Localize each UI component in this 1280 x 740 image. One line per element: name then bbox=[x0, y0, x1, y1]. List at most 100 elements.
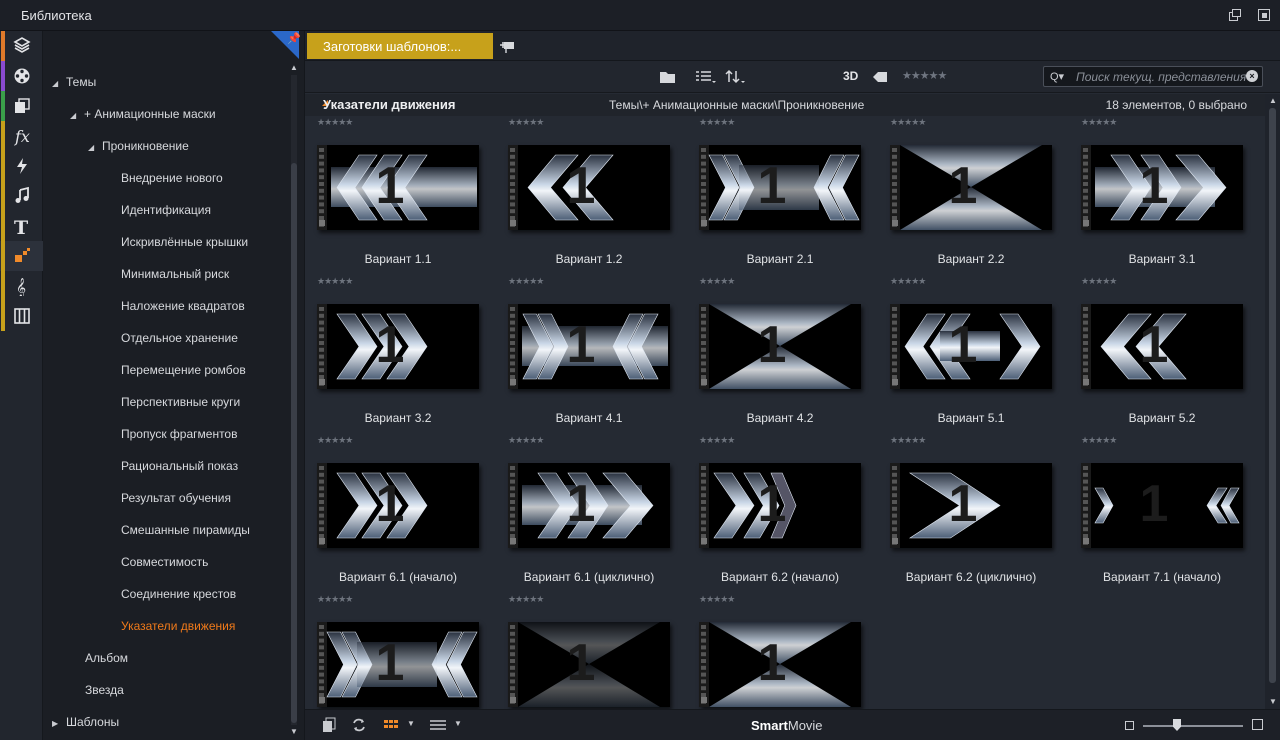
scroll-thumb[interactable] bbox=[1269, 108, 1276, 683]
tree-item[interactable]: Совместимость bbox=[121, 555, 208, 573]
search-input[interactable] bbox=[1076, 69, 1246, 84]
undock-icon[interactable] bbox=[1228, 8, 1242, 22]
rating-stars[interactable]: ★★★★★ bbox=[890, 435, 926, 446]
rating-stars[interactable]: ★★★★★ bbox=[1081, 276, 1117, 287]
rating-filter[interactable]: ★★★★★ bbox=[902, 69, 947, 82]
storyboard-icon[interactable] bbox=[321, 717, 337, 733]
zoom-in-icon[interactable] bbox=[1252, 719, 1263, 730]
scroll-thumb[interactable] bbox=[291, 163, 297, 723]
grid-view-icon[interactable] bbox=[383, 717, 399, 733]
rail-music-note-button[interactable] bbox=[0, 181, 43, 211]
template-card[interactable]: ★★★★★ 1 Вариант 3.1 bbox=[1077, 117, 1247, 276]
tree-item[interactable]: Внедрение нового bbox=[121, 171, 223, 189]
template-card[interactable]: ★★★★★ 1 Вариант 3.2 bbox=[313, 276, 483, 435]
add-tab-icon[interactable] bbox=[498, 38, 516, 54]
tree-item[interactable]: Пропуск фрагментов bbox=[121, 427, 237, 445]
template-thumbnail[interactable]: 1 bbox=[699, 304, 861, 389]
tree-item[interactable]: Соединение крестов bbox=[121, 587, 236, 605]
rail-project-bin-button[interactable] bbox=[0, 31, 43, 61]
scroll-down-icon[interactable]: ▼ bbox=[290, 727, 298, 736]
rail-themes-button[interactable] bbox=[0, 241, 43, 271]
template-card[interactable]: ★★★★★ 1 Вариант 5.1 bbox=[886, 276, 1056, 435]
scroll-down-icon[interactable]: ▼ bbox=[1269, 697, 1277, 706]
rating-stars[interactable]: ★★★★★ bbox=[317, 435, 353, 446]
tag-icon[interactable] bbox=[871, 69, 889, 85]
sort-icon[interactable] bbox=[725, 69, 747, 85]
template-card[interactable]: ★★★★★ 1 Вариант 5.2 bbox=[1077, 276, 1247, 435]
list-view-icon[interactable] bbox=[695, 69, 717, 85]
rating-stars[interactable]: ★★★★★ bbox=[699, 117, 735, 128]
tree-item[interactable]: Наложение квадратов bbox=[121, 299, 245, 317]
template-thumbnail[interactable]: 1 bbox=[699, 622, 861, 707]
template-thumbnail[interactable]: 1 bbox=[699, 145, 861, 230]
template-thumbnail[interactable]: 1 bbox=[508, 145, 670, 230]
template-thumbnail[interactable]: 1 bbox=[890, 145, 1052, 230]
template-card[interactable]: ★★★★★ 1 Вариант 7.1 (начало) bbox=[1077, 435, 1247, 594]
rating-stars[interactable]: ★★★★★ bbox=[317, 117, 353, 128]
rating-stars[interactable]: ★★★★★ bbox=[699, 594, 735, 605]
tree-scrollbar[interactable]: ▲ ▼ bbox=[289, 63, 299, 740]
rating-stars[interactable]: ★★★★★ bbox=[508, 117, 544, 128]
rail-lightning-button[interactable] bbox=[0, 151, 43, 181]
template-card[interactable]: ★★★★★ 1 Вариант 1.1 bbox=[313, 117, 483, 276]
template-thumbnail[interactable]: 1 bbox=[890, 463, 1052, 548]
rail-pages-button[interactable] bbox=[0, 91, 43, 121]
tree-node-themes[interactable]: ◢ Темы bbox=[52, 75, 96, 93]
dropdown-arrow-icon[interactable]: ▼ bbox=[407, 719, 415, 728]
tree-item[interactable]: Отдельное хранение bbox=[121, 331, 238, 349]
refresh-icon[interactable] bbox=[351, 717, 367, 733]
template-card[interactable]: ★★★★★ 1 Вариант 4.2 bbox=[695, 276, 865, 435]
template-card[interactable]: ★★★★★ 1 Вариант 2.1 bbox=[695, 117, 865, 276]
template-thumbnail[interactable]: 1 bbox=[317, 145, 479, 230]
rating-stars[interactable]: ★★★★★ bbox=[1081, 117, 1117, 128]
expand-arrow-icon[interactable]: ▶ bbox=[52, 719, 66, 728]
template-thumbnail[interactable]: 1 bbox=[1081, 463, 1243, 548]
tree-item[interactable]: Рациональный показ bbox=[121, 459, 238, 477]
tree-item[interactable]: Искривлённые крышки bbox=[121, 235, 248, 253]
template-card[interactable]: ★★★★★ 1 Вариант 2.2 bbox=[886, 117, 1056, 276]
breadcrumb[interactable]: Темы\+ Анимационные маски\Проникновение bbox=[609, 98, 864, 112]
dropdown-arrow-icon[interactable]: ▼ bbox=[454, 719, 462, 728]
zoom-slider[interactable] bbox=[1143, 725, 1243, 727]
clear-search-icon[interactable]: × bbox=[1246, 70, 1258, 82]
tree-node-templates[interactable]: ▶ Шаблоны bbox=[52, 715, 119, 733]
template-card[interactable]: ★★★★★ 1 bbox=[504, 594, 674, 709]
tab-templates[interactable]: Заготовки шаблонов:... bbox=[307, 33, 493, 59]
tree-item[interactable]: Перспективные круги bbox=[121, 395, 240, 413]
3d-filter-button[interactable]: 3D bbox=[843, 69, 858, 83]
rating-stars[interactable]: ★★★★★ bbox=[508, 594, 544, 605]
template-card[interactable]: ★★★★★ 1 Вариант 6.1 (циклично) bbox=[504, 435, 674, 594]
rating-stars[interactable]: ★★★★★ bbox=[317, 276, 353, 287]
tree-node-star[interactable]: Звезда bbox=[85, 683, 124, 701]
template-thumbnail[interactable]: 1 bbox=[317, 622, 479, 707]
collapse-arrow-icon[interactable]: ◢ bbox=[88, 143, 102, 152]
rail-text-button[interactable]: T bbox=[0, 211, 43, 241]
tree-item[interactable]: Идентификация bbox=[121, 203, 211, 221]
template-thumbnail[interactable]: 1 bbox=[317, 463, 479, 548]
search-icon[interactable]: Q▾ bbox=[1050, 70, 1064, 83]
template-card[interactable]: ★★★★★ 1 Вариант 4.1 bbox=[504, 276, 674, 435]
rating-stars[interactable]: ★★★★★ bbox=[890, 276, 926, 287]
template-card[interactable]: ★★★★★ 1 Вариант 6.1 (начало) bbox=[313, 435, 483, 594]
tree-node-masks[interactable]: ◢ + Анимационные маски bbox=[70, 107, 216, 125]
zoom-slider-handle[interactable] bbox=[1173, 719, 1181, 731]
collapse-arrow-icon[interactable]: ◢ bbox=[52, 79, 66, 88]
template-thumbnail[interactable]: 1 bbox=[699, 463, 861, 548]
rail-film-reel-button[interactable] bbox=[0, 61, 43, 91]
template-thumbnail[interactable]: 1 bbox=[890, 304, 1052, 389]
search-box[interactable]: Q▾ × bbox=[1043, 66, 1263, 87]
restore-icon[interactable] bbox=[1257, 8, 1271, 22]
tree-item[interactable]: Результат обучения bbox=[121, 491, 231, 509]
rating-stars[interactable]: ★★★★★ bbox=[890, 117, 926, 128]
rating-stars[interactable]: ★★★★★ bbox=[317, 594, 353, 605]
rail-fx-button[interactable]: fx bbox=[0, 121, 43, 151]
tree-node-album[interactable]: Альбом bbox=[85, 651, 128, 669]
rating-stars[interactable]: ★★★★★ bbox=[508, 435, 544, 446]
scroll-up-icon[interactable]: ▲ bbox=[290, 63, 298, 72]
template-thumbnail[interactable]: 1 bbox=[508, 463, 670, 548]
rail-treble-clef-button[interactable]: 𝄞 bbox=[0, 271, 43, 301]
template-thumbnail[interactable]: 1 bbox=[1081, 304, 1243, 389]
tree-item[interactable]: Перемещение ромбов bbox=[121, 363, 246, 381]
pin-icon[interactable]: 📌 bbox=[287, 32, 301, 45]
rating-stars[interactable]: ★★★★★ bbox=[508, 276, 544, 287]
